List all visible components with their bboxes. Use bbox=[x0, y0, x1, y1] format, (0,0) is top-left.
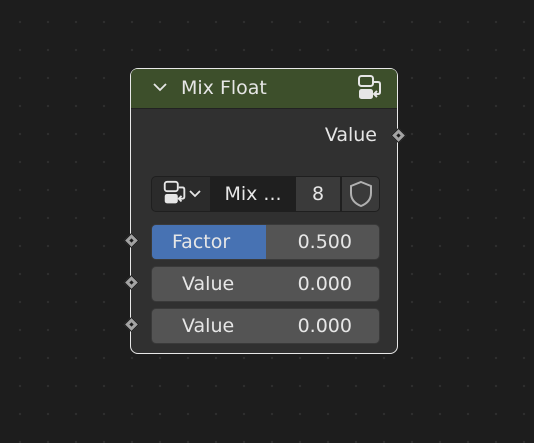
node-header[interactable]: Mix Float bbox=[131, 69, 397, 109]
node-group-icon bbox=[163, 180, 186, 204]
output-socket[interactable] bbox=[390, 127, 407, 144]
mix-float-node[interactable]: Mix Float Value Mix ... 8 Factor 0.500 V… bbox=[123, 68, 407, 354]
node-group-name-field[interactable]: Mix ... bbox=[211, 176, 295, 212]
value-b-input-socket[interactable] bbox=[123, 316, 139, 333]
fake-user-button[interactable] bbox=[341, 176, 380, 212]
output-value-label: Value bbox=[324, 124, 377, 146]
value-a-value: 0.000 bbox=[297, 273, 352, 295]
browse-node-group-button[interactable] bbox=[151, 176, 211, 212]
shield-icon bbox=[349, 180, 372, 208]
factor-slider[interactable]: Factor 0.500 bbox=[151, 224, 380, 260]
factor-label: Factor bbox=[172, 231, 231, 253]
node-title: Mix Float bbox=[181, 77, 267, 99]
value-b-field[interactable]: Value 0.000 bbox=[151, 308, 380, 344]
chevron-down-icon[interactable] bbox=[153, 81, 167, 93]
value-a-label: Value bbox=[182, 273, 235, 295]
user-count-button[interactable]: 8 bbox=[295, 176, 341, 212]
value-b-label: Value bbox=[182, 315, 235, 337]
factor-input-socket[interactable] bbox=[123, 232, 139, 249]
chevron-down-icon bbox=[189, 190, 201, 198]
node-group-icon bbox=[358, 75, 381, 99]
value-a-input-socket[interactable] bbox=[123, 274, 139, 291]
value-a-field[interactable]: Value 0.000 bbox=[151, 266, 380, 302]
node-group-selector[interactable]: Mix ... 8 bbox=[151, 176, 380, 212]
value-b-value: 0.000 bbox=[297, 315, 352, 337]
factor-value: 0.500 bbox=[297, 231, 352, 253]
